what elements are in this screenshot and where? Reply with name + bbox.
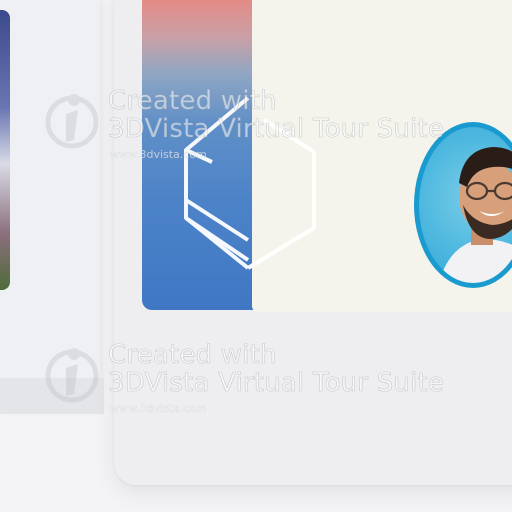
left-card-footer: [0, 378, 104, 414]
hexagon-logo-icon: [178, 90, 328, 275]
avatar[interactable]: [414, 122, 512, 288]
tour-screen: Created with 3DVista Virtual Tour Suite …: [0, 0, 512, 512]
left-background-card: [0, 0, 100, 412]
left-card-photo: [0, 10, 10, 290]
